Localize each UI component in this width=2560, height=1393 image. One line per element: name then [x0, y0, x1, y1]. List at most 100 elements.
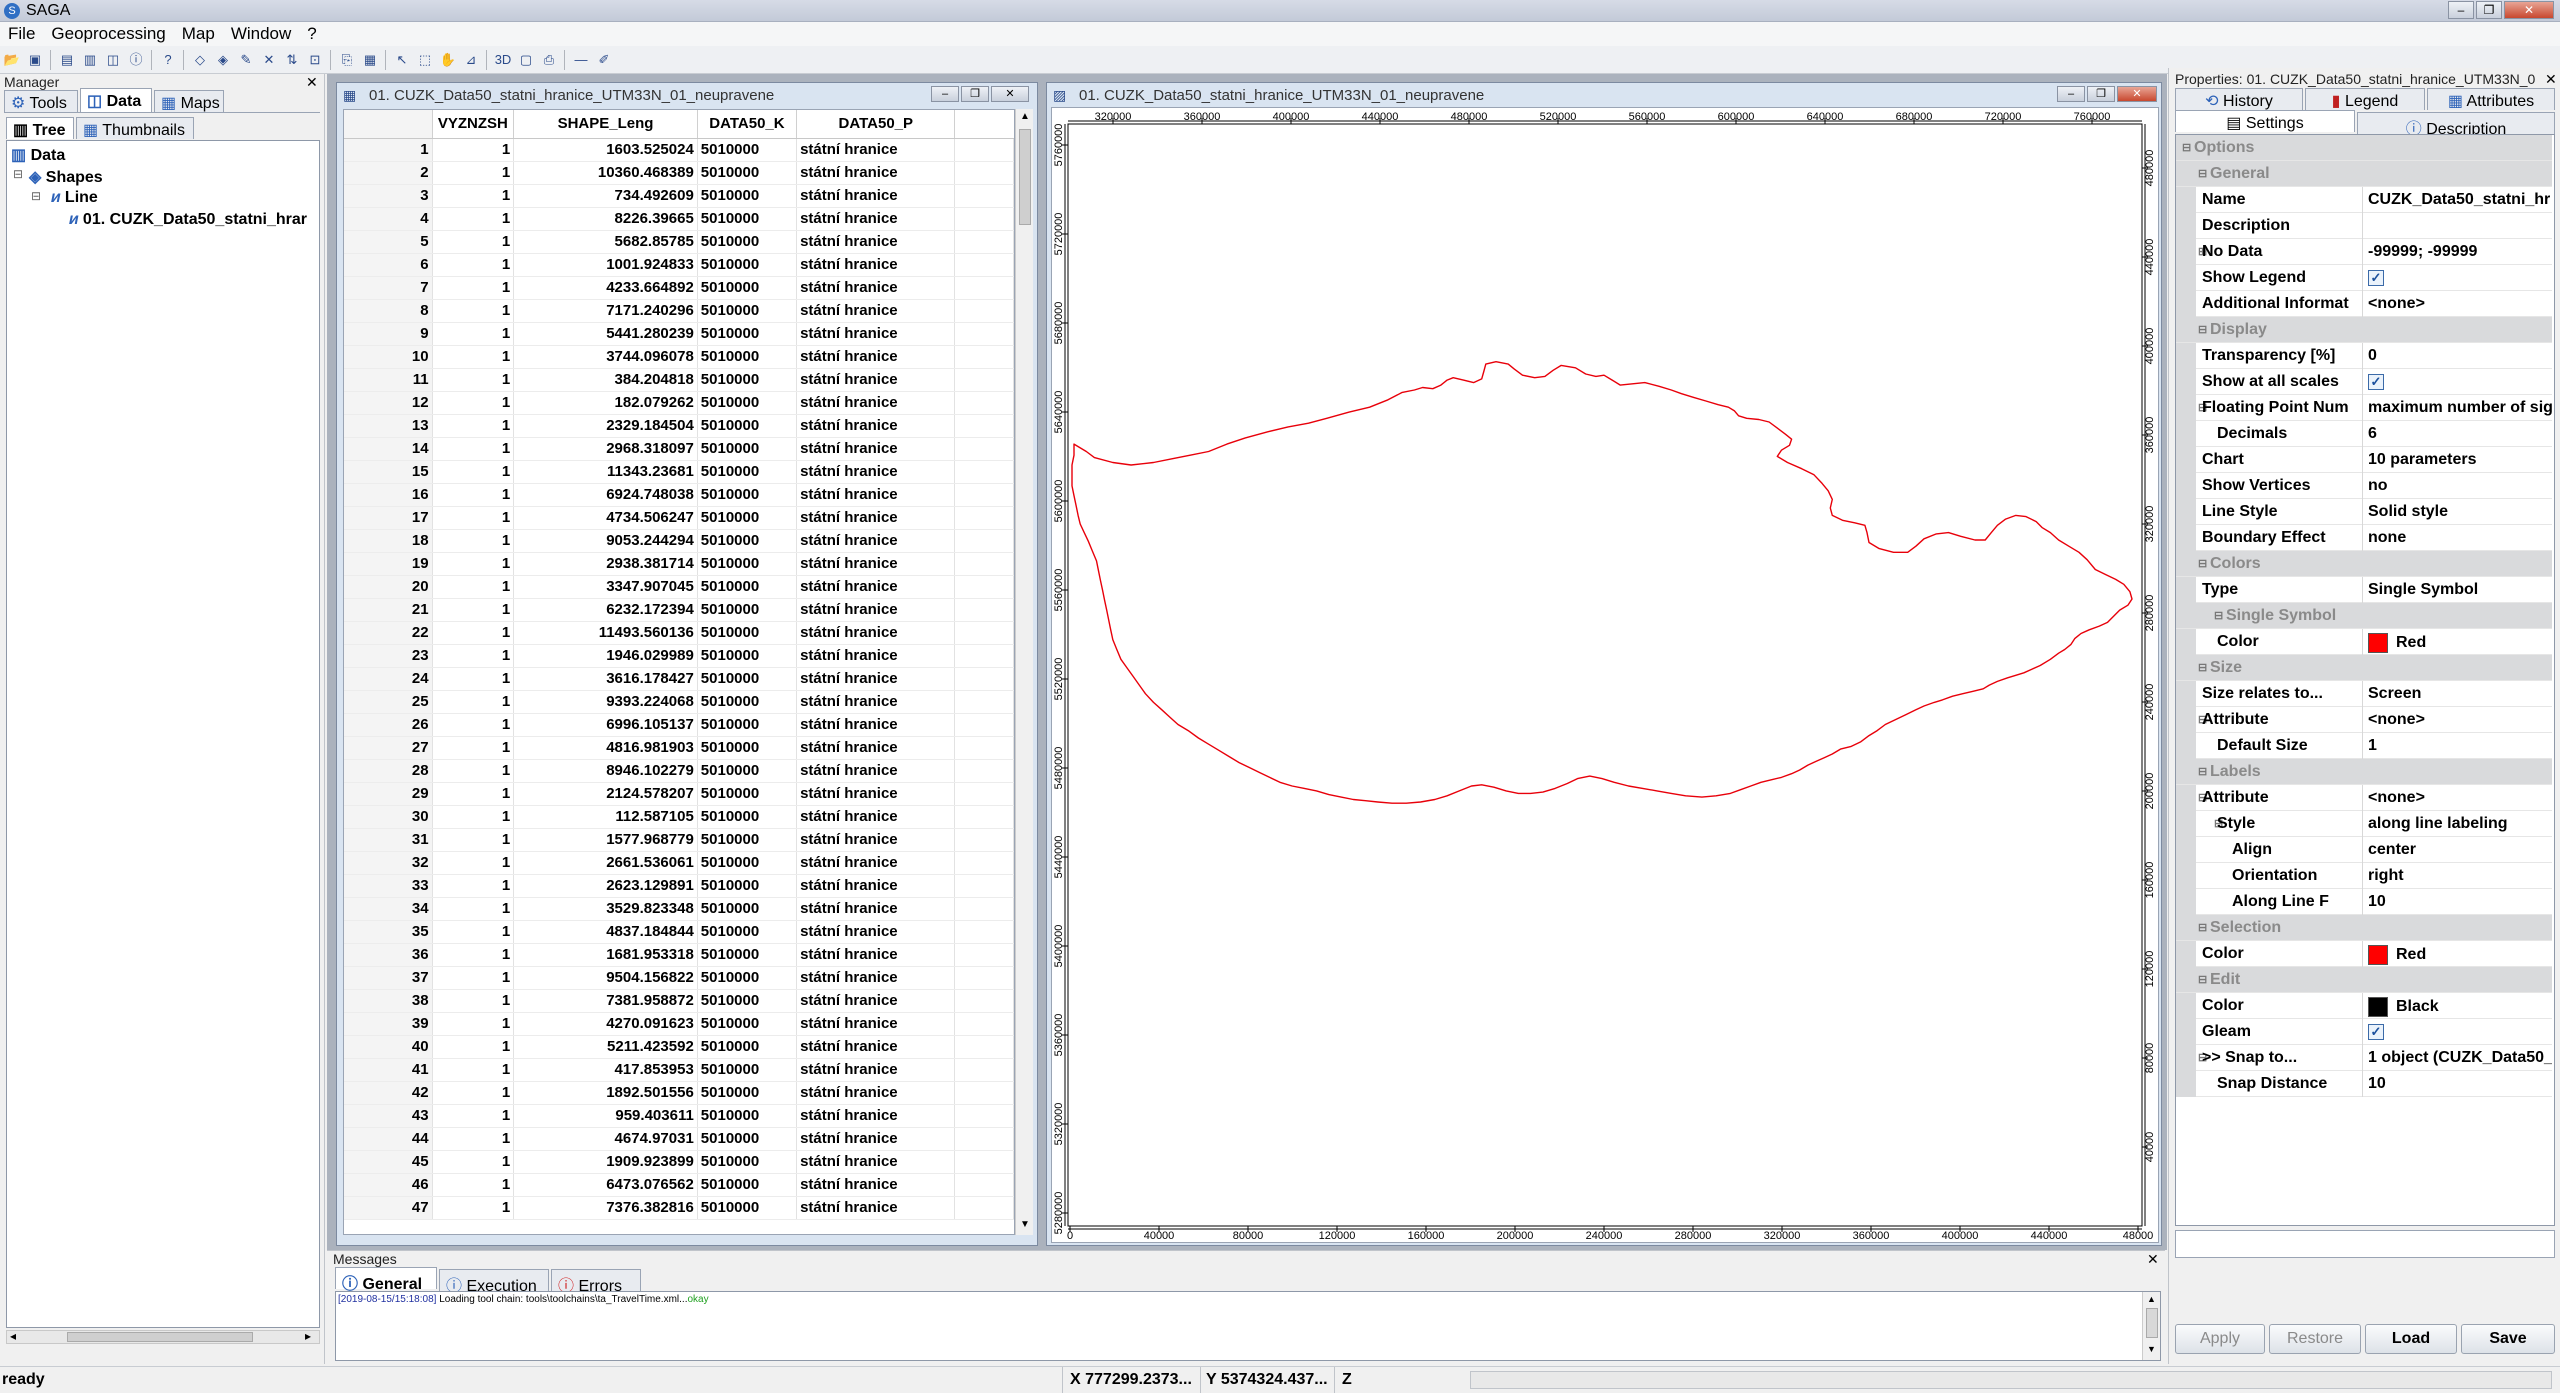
table-row[interactable]: 15 1 11343.23681 5010000 státní hranice [344, 460, 1014, 484]
row-number-cell[interactable]: 2 [344, 161, 433, 185]
property-value[interactable]: 0 [2364, 347, 2552, 365]
shape-leng-cell[interactable]: 7381.958872 [513, 989, 698, 1013]
vyznzsh-cell[interactable]: 1 [432, 552, 515, 576]
row-number-cell[interactable]: 17 [344, 506, 433, 530]
data50-p-cell[interactable]: státní hranice [796, 1081, 956, 1105]
vyznzsh-cell[interactable]: 1 [432, 644, 515, 668]
data50-k-cell[interactable]: 5010000 [697, 874, 798, 898]
row-number-cell[interactable]: 41 [344, 1058, 433, 1082]
row-number-cell[interactable]: 1 [344, 138, 433, 162]
property-value[interactable]: <none> [2364, 789, 2552, 807]
color-swatch[interactable] [2368, 945, 2388, 965]
property-row[interactable]: Name CUZK_Data50_statni_hr [2176, 187, 2552, 213]
column-header-data50-p[interactable]: DATA50_P [796, 110, 956, 139]
data50-k-cell[interactable]: 5010000 [697, 552, 798, 576]
shape-leng-cell[interactable]: 5682.85785 [513, 230, 698, 254]
collapse-icon[interactable]: ⊟ [2198, 557, 2207, 570]
row-number-cell[interactable]: 43 [344, 1104, 433, 1128]
zoom-box-icon[interactable]: ⬚ [415, 50, 435, 70]
table-row[interactable]: 35 1 4837.184844 5010000 státní hranice [344, 920, 1014, 944]
property-value[interactable]: Solid style [2364, 503, 2552, 521]
table-sort-icon[interactable]: ⇅ [282, 50, 302, 70]
property-category[interactable]: ⊟ Size [2176, 655, 2552, 681]
minimize-button[interactable]: – [2448, 1, 2474, 19]
table-row[interactable]: 17 1 4734.506247 5010000 státní hranice [344, 506, 1014, 530]
property-value[interactable]: maximum number of sig [2364, 399, 2552, 417]
row-number-cell[interactable]: 42 [344, 1081, 433, 1105]
row-number-cell[interactable]: 18 [344, 529, 433, 553]
table-row[interactable]: 26 1 6996.105137 5010000 státní hranice [344, 713, 1014, 737]
vyznzsh-cell[interactable]: 1 [432, 989, 515, 1013]
tab-history[interactable]: ⟲ History [2175, 88, 2303, 110]
data50-p-cell[interactable]: státní hranice [796, 207, 956, 231]
info-icon[interactable]: ⓘ [126, 50, 146, 70]
table-row[interactable]: 11 1 384.204818 5010000 státní hranice [344, 368, 1014, 392]
tree-hscrollbar[interactable]: ◂ ▸ [6, 1329, 320, 1344]
vyznzsh-cell[interactable]: 1 [432, 920, 515, 944]
tab-tools[interactable]: ⚙ Tools [4, 90, 78, 112]
data50-p-cell[interactable]: státní hranice [796, 667, 956, 691]
shape-leng-cell[interactable]: 6473.076562 [513, 1173, 698, 1197]
shape-leng-cell[interactable]: 1892.501556 [513, 1081, 698, 1105]
manager-close-icon[interactable]: ✕ [306, 74, 318, 91]
vyznzsh-cell[interactable]: 1 [432, 851, 515, 875]
shape-leng-cell[interactable]: 9393.224068 [513, 690, 698, 714]
vyznzsh-cell[interactable]: 1 [432, 713, 515, 737]
collapse-icon[interactable]: ⊟ [2198, 661, 2207, 674]
data50-p-cell[interactable]: státní hranice [796, 138, 956, 162]
pen-icon[interactable]: ✐ [594, 50, 614, 70]
row-number-cell[interactable]: 9 [344, 322, 433, 346]
data50-p-cell[interactable]: státní hranice [796, 1150, 956, 1174]
row-number-cell[interactable]: 8 [344, 299, 433, 323]
shape-leng-cell[interactable]: 4734.506247 [513, 506, 698, 530]
table-open-icon[interactable]: ◈ [213, 50, 233, 70]
row-number-cell[interactable]: 23 [344, 644, 433, 668]
table-row[interactable]: 25 1 9393.224068 5010000 státní hranice [344, 690, 1014, 714]
property-category[interactable]: ⊟ Display [2176, 317, 2552, 343]
data50-p-cell[interactable]: státní hranice [796, 345, 956, 369]
vyznzsh-cell[interactable]: 1 [432, 483, 515, 507]
tree-layer[interactable]: ᴎ 01. CUZK_Data50_statni_hrar [69, 211, 319, 229]
property-row[interactable]: Along Line F 10 [2176, 889, 2552, 915]
data50-k-cell[interactable]: 5010000 [697, 529, 798, 553]
row-number-cell[interactable]: 14 [344, 437, 433, 461]
collapse-icon[interactable]: ⊟ [2198, 921, 2207, 934]
table-row[interactable]: 3 1 734.492609 5010000 státní hranice [344, 184, 1014, 208]
data50-k-cell[interactable]: 5010000 [697, 644, 798, 668]
shape-leng-cell[interactable]: 3529.823348 [513, 897, 698, 921]
vyznzsh-cell[interactable]: 1 [432, 437, 515, 461]
property-value[interactable]: <none> [2364, 711, 2552, 729]
shape-leng-cell[interactable]: 4837.184844 [513, 920, 698, 944]
table-row[interactable]: 32 1 2661.536061 5010000 státní hranice [344, 851, 1014, 875]
vyznzsh-cell[interactable]: 1 [432, 782, 515, 806]
data50-k-cell[interactable]: 5010000 [697, 460, 798, 484]
manager-toggle-icon[interactable]: ▤ [57, 50, 77, 70]
data-source-icon[interactable]: ◫ [103, 50, 123, 70]
data50-k-cell[interactable]: 5010000 [697, 943, 798, 967]
load-button[interactable]: Load [2365, 1324, 2457, 1354]
data50-p-cell[interactable]: státní hranice [796, 828, 956, 852]
shape-leng-cell[interactable]: 9504.156822 [513, 966, 698, 990]
row-number-cell[interactable]: 6 [344, 253, 433, 277]
shape-leng-cell[interactable]: 2938.381714 [513, 552, 698, 576]
vyznzsh-cell[interactable]: 1 [432, 1150, 515, 1174]
data50-p-cell[interactable]: státní hranice [796, 897, 956, 921]
shape-leng-cell[interactable]: 417.853953 [513, 1058, 698, 1082]
data50-p-cell[interactable]: státní hranice [796, 690, 956, 714]
data50-p-cell[interactable]: státní hranice [796, 575, 956, 599]
row-number-cell[interactable]: 20 [344, 575, 433, 599]
vyznzsh-cell[interactable]: 1 [432, 805, 515, 829]
property-row[interactable]: Snap Distance 10 [2176, 1071, 2552, 1097]
data50-p-cell[interactable]: státní hranice [796, 920, 956, 944]
data50-p-cell[interactable]: státní hranice [796, 874, 956, 898]
properties-close-icon[interactable]: ✕ [2545, 71, 2557, 88]
property-value[interactable]: Single Symbol [2364, 581, 2552, 599]
vyznzsh-cell[interactable]: 1 [432, 138, 515, 162]
property-value[interactable]: 1 object (CUZK_Data50_ [2364, 1049, 2552, 1067]
data50-k-cell[interactable]: 5010000 [697, 782, 798, 806]
collapse-icon[interactable]: ⊟ [2198, 973, 2207, 986]
data50-k-cell[interactable]: 5010000 [697, 759, 798, 783]
property-value[interactable]: <none> [2364, 295, 2552, 313]
data50-p-cell[interactable]: státní hranice [796, 253, 956, 277]
vyznzsh-cell[interactable]: 1 [432, 667, 515, 691]
